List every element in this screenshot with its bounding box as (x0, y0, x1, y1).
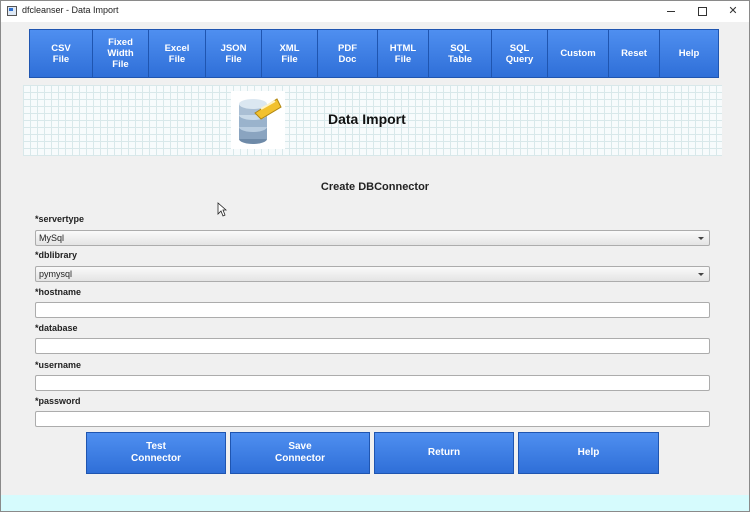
username-input[interactable] (35, 375, 710, 391)
sql-table-button[interactable]: SQL Table (428, 29, 492, 78)
window-title: dfcleanser - Data Import (22, 5, 119, 15)
import-toolbar: CSV File Fixed Width File Excel File JSO… (29, 29, 719, 78)
title-bar: dfcleanser - Data Import ✕ (1, 1, 749, 22)
test-connector-button[interactable]: Test Connector (86, 432, 226, 474)
html-file-button[interactable]: HTML File (377, 29, 429, 78)
app-icon (7, 6, 17, 16)
dblibrary-value: pymysql (39, 269, 73, 279)
servertype-label: *servertype (35, 214, 85, 224)
import-banner: Data Import (23, 85, 722, 156)
username-label: *username (35, 360, 82, 370)
custom-button[interactable]: Custom (547, 29, 609, 78)
hostname-input[interactable] (35, 302, 710, 318)
password-label: *password (35, 396, 81, 406)
csv-file-button[interactable]: CSV File (29, 29, 93, 78)
sql-query-button[interactable]: SQL Query (491, 29, 548, 78)
minimize-button[interactable] (655, 1, 687, 22)
database-input[interactable] (35, 338, 710, 354)
chevron-down-icon (698, 273, 704, 276)
maximize-button[interactable] (686, 1, 718, 22)
bottom-status-strip (1, 495, 749, 511)
banner-title: Data Import (328, 111, 406, 127)
dblibrary-select[interactable]: pymysql (35, 266, 710, 282)
dblibrary-label: *dblibrary (35, 250, 78, 260)
close-button[interactable]: ✕ (717, 1, 749, 22)
json-file-button[interactable]: JSON File (205, 29, 262, 78)
form-title: Create DBConnector (320, 181, 430, 193)
database-icon (231, 91, 285, 149)
save-connector-button[interactable]: Save Connector (230, 432, 370, 474)
help-button[interactable]: Help (518, 432, 659, 474)
hostname-label: *hostname (35, 287, 82, 297)
servertype-select[interactable]: MySql (35, 230, 710, 246)
xml-file-button[interactable]: XML File (261, 29, 318, 78)
pdf-doc-button[interactable]: PDF Doc (317, 29, 378, 78)
minimize-icon (667, 10, 675, 12)
return-button[interactable]: Return (374, 432, 514, 474)
reset-button[interactable]: Reset (608, 29, 660, 78)
servertype-value: MySql (39, 233, 65, 243)
chevron-down-icon (698, 237, 704, 240)
help-toolbar-button[interactable]: Help (659, 29, 719, 78)
excel-file-button[interactable]: Excel File (148, 29, 206, 78)
database-label: *database (35, 323, 78, 333)
app-window: dfcleanser - Data Import ✕ CSV File Fixe… (0, 0, 750, 512)
close-icon: ✕ (728, 5, 738, 17)
fixed-width-file-button[interactable]: Fixed Width File (92, 29, 149, 78)
maximize-icon (697, 6, 707, 16)
password-input[interactable] (35, 411, 710, 427)
mouse-pointer-icon (217, 202, 227, 217)
